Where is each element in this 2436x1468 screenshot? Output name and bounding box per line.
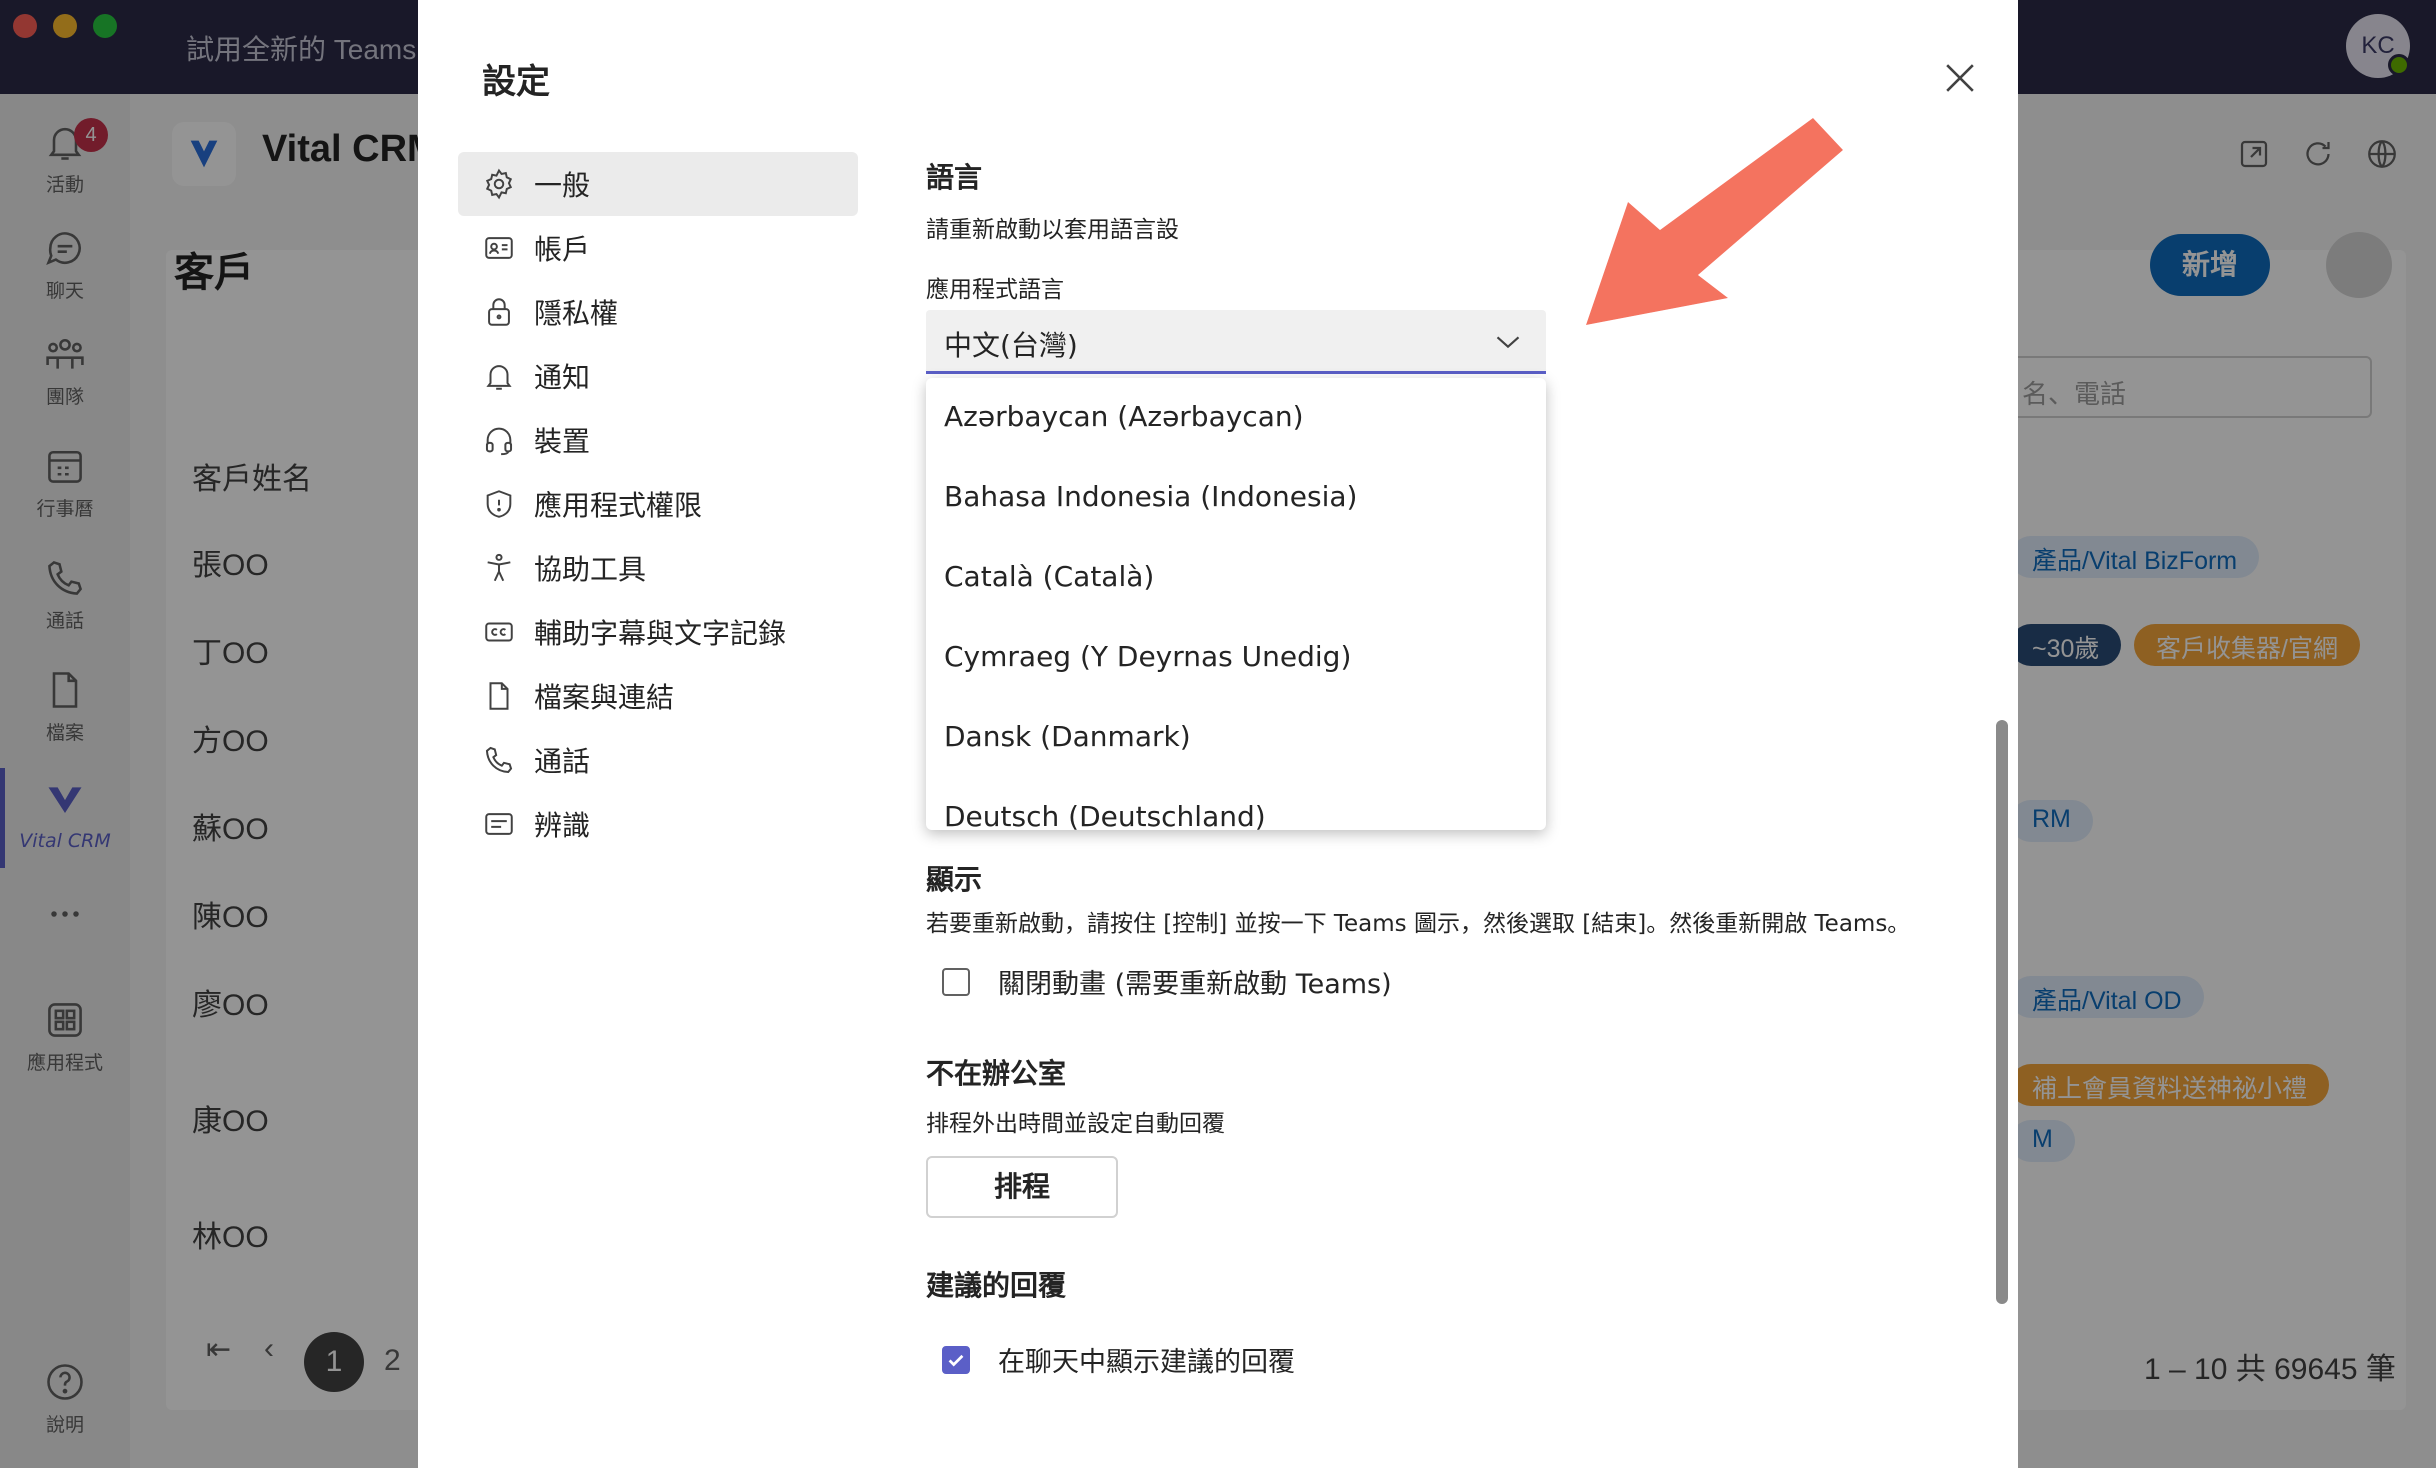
text-box-icon <box>485 813 513 835</box>
suggested-replies-label: 在聊天中顯示建議的回覆 <box>998 1347 1295 1378</box>
display-heading: 顯示 <box>926 863 983 896</box>
nav-item-privacy[interactable]: 隱私權 <box>458 280 858 344</box>
language-option[interactable]: Bahasa Indonesia (Indonesia) <box>926 458 1546 538</box>
settings-dialog: 設定 一般 帳戶 隱私權 通知 裝置 應用程式權限 協助工具 輔助字幕與文字記錄… <box>418 0 2018 1468</box>
nav-item-label: 辨識 <box>534 809 591 842</box>
language-option[interactable]: Deutsch (Deutschland) <box>926 778 1546 830</box>
out-of-office-hint: 排程外出時間並設定自動回覆 <box>926 1111 1225 1137</box>
suggested-replies-heading: 建議的回覆 <box>926 1269 1067 1302</box>
nav-item-notifications[interactable]: 通知 <box>458 344 858 408</box>
shield-icon <box>486 490 512 518</box>
suggested-replies-checkbox[interactable] <box>942 1345 970 1374</box>
phone-icon <box>485 746 513 774</box>
nav-item-accessibility[interactable]: 協助工具 <box>458 536 858 600</box>
disable-animation-toggle[interactable]: 關閉動畫 (需要重新啟動 Teams) <box>942 962 1392 1001</box>
nav-item-calls[interactable]: 通話 <box>458 728 858 792</box>
nav-item-label: 應用程式權限 <box>534 489 703 522</box>
language-option[interactable]: Azərbaycan (Azərbaycan) <box>926 378 1546 458</box>
file-icon <box>489 682 509 710</box>
disable-animation-checkbox[interactable] <box>942 967 970 996</box>
nav-item-label: 通話 <box>534 745 591 778</box>
nav-item-label: 通知 <box>534 361 591 394</box>
schedule-button[interactable]: 排程 <box>926 1156 1118 1218</box>
language-dropdown: Azərbaycan (Azərbaycan) Bahasa Indonesia… <box>926 378 1546 830</box>
nav-item-files[interactable]: 檔案與連結 <box>458 664 858 728</box>
language-option[interactable]: Dansk (Danmark) <box>926 698 1546 778</box>
nav-item-captions[interactable]: 輔助字幕與文字記錄 <box>458 600 858 664</box>
nav-item-label: 帳戶 <box>534 233 591 266</box>
nav-item-label: 檔案與連結 <box>534 681 675 714</box>
app-language-value: 中文(台灣) <box>944 329 1078 362</box>
chevron-down-icon <box>1496 336 1520 349</box>
app-language-select[interactable]: 中文(台灣) <box>926 310 1546 374</box>
nav-item-recognition[interactable]: 辨識 <box>458 792 858 856</box>
out-of-office-heading: 不在辦公室 <box>926 1057 1067 1090</box>
id-card-icon <box>485 237 513 259</box>
accessibility-icon <box>487 553 511 582</box>
nav-item-general[interactable]: 一般 <box>458 152 858 216</box>
language-hint: 請重新啟動以套用語言設 <box>926 217 1179 243</box>
nav-item-label: 隱私權 <box>534 297 619 330</box>
checkmark-icon <box>948 1354 964 1367</box>
nav-item-devices[interactable]: 裝置 <box>458 408 858 472</box>
gear-icon <box>485 168 513 200</box>
nav-item-label: 協助工具 <box>534 553 647 586</box>
nav-item-app-permissions[interactable]: 應用程式權限 <box>458 472 858 536</box>
nav-item-account[interactable]: 帳戶 <box>458 216 858 280</box>
headset-icon <box>485 427 513 456</box>
dialog-scrollbar[interactable] <box>1996 720 2008 1304</box>
lock-icon <box>488 298 510 326</box>
language-heading: 語言 <box>926 161 983 194</box>
display-hint: 若要重新啟動，請按住 [控制] 並按一下 Teams 圖示，然後選取 [結束]。… <box>926 911 1911 937</box>
nav-item-label: 輔助字幕與文字記錄 <box>534 617 787 650</box>
language-option[interactable]: Català (Català) <box>926 538 1546 618</box>
cc-icon <box>485 622 513 642</box>
language-option[interactable]: Cymraeg (Y Deyrnas Unedig) <box>926 618 1546 698</box>
nav-item-label: 一般 <box>534 169 591 202</box>
dialog-title: 設定 <box>482 63 550 101</box>
bell-icon <box>486 365 512 390</box>
app-language-label: 應用程式語言 <box>926 277 1064 303</box>
settings-nav: 一般 帳戶 隱私權 通知 裝置 應用程式權限 協助工具 輔助字幕與文字記錄 檔案… <box>458 152 858 856</box>
annotation-arrow-icon <box>1586 118 1843 325</box>
disable-animation-label: 關閉動畫 (需要重新啟動 Teams) <box>998 969 1392 1000</box>
suggested-replies-toggle[interactable]: 在聊天中顯示建議的回覆 <box>942 1340 1295 1379</box>
nav-item-label: 裝置 <box>534 425 591 458</box>
